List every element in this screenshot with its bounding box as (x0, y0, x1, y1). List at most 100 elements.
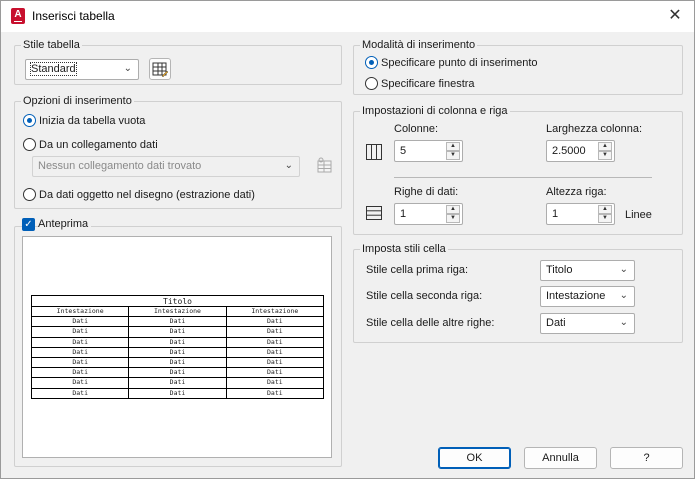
first-row-style-select[interactable]: Titolo ⌄ (540, 260, 635, 281)
spin-up-icon[interactable]: ▲ (598, 205, 612, 214)
column-width-spinner[interactable]: 2.5000 ▲ ▼ (546, 140, 615, 162)
chevron-down-icon: ⌄ (619, 290, 628, 301)
columns-icon (365, 143, 383, 164)
preview-data-cell: Dati (225, 326, 325, 338)
table-edit-icon (152, 62, 169, 78)
preview-data-cell: Dati (30, 377, 130, 389)
radio-object-data-label[interactable]: Da dati oggetto nel disegno (estrazione … (39, 189, 255, 201)
radio-empty-table[interactable] (23, 114, 36, 127)
dialog-title: Inserisci tabella (32, 9, 115, 23)
column-width-label: Larghezza colonna: (546, 123, 643, 135)
table-row: Dati Dati Dati (30, 377, 325, 389)
preview-data-cell: Dati (128, 336, 227, 348)
preview-header-cell: Intestazione (30, 305, 130, 318)
spinner-arrows[interactable]: ▲ ▼ (598, 142, 612, 160)
spin-up-icon[interactable]: ▲ (446, 142, 460, 151)
spin-down-icon[interactable]: ▼ (598, 151, 612, 160)
cancel-button[interactable]: Annulla (524, 447, 597, 469)
data-link-select: Nessun collegamento dati trovato ⌄ (32, 156, 300, 177)
data-link-manager-icon (315, 156, 335, 179)
preview-title-cell: Titolo (31, 295, 324, 307)
preview-data-cell: Dati (30, 387, 130, 399)
preview-data-cell: Dati (225, 367, 325, 379)
radio-object-data[interactable] (23, 188, 36, 201)
autocad-app-icon: A (11, 8, 25, 24)
preview-data-cell: Dati (128, 316, 227, 328)
preview-data-cell: Dati (128, 387, 227, 399)
radio-window[interactable] (365, 77, 378, 90)
other-rows-style-label: Stile cella delle altre righe: (366, 317, 495, 329)
help-button[interactable]: ? (610, 447, 683, 469)
table-row: Dati Dati Dati (30, 326, 325, 338)
spinner-arrows[interactable]: ▲ ▼ (446, 205, 460, 223)
table-preview: Titolo Intestazione Intestazione Intesta… (22, 236, 332, 458)
col-row-separator (394, 177, 652, 178)
preview-data-cell: Dati (128, 367, 227, 379)
row-height-label: Altezza riga: (546, 186, 607, 198)
second-row-style-value: Intestazione (546, 290, 606, 302)
preview-data-cell: Dati (128, 326, 227, 338)
preview-header-cell: Intestazione (225, 305, 325, 318)
insert-options-label: Opzioni di inserimento (21, 95, 134, 107)
table-row: Dati Dati Dati (30, 316, 325, 328)
preview-data-cell: Dati (30, 356, 130, 369)
second-row-style-select[interactable]: Intestazione ⌄ (540, 286, 635, 307)
preview-data-cell: Dati (225, 387, 325, 399)
radio-data-link-label[interactable]: Da un collegamento dati (39, 139, 158, 151)
insert-mode-label: Modalità di inserimento (360, 39, 478, 51)
preview-checkbox[interactable]: ✓ (22, 218, 35, 231)
preview-checkbox-label[interactable]: Anteprima (38, 218, 92, 230)
radio-data-link[interactable] (23, 138, 36, 151)
chevron-down-icon: ⌄ (619, 264, 628, 275)
radio-insertion-point-label[interactable]: Specificare punto di inserimento (381, 57, 538, 69)
radio-window-label[interactable]: Specificare finestra (381, 78, 475, 90)
rows-icon (365, 204, 383, 225)
table-row: Dati Dati Dati (30, 367, 325, 379)
preview-data-cell: Dati (225, 336, 325, 348)
second-row-style-label: Stile cella seconda riga: (366, 290, 483, 302)
spin-down-icon[interactable]: ▼ (446, 151, 460, 160)
data-link-select-value: Nessun collegamento dati trovato (38, 160, 202, 172)
preview-data-cell: Dati (30, 326, 130, 338)
table-style-value: Standard (30, 62, 77, 76)
chevron-down-icon: ⌄ (123, 63, 132, 74)
columns-label: Colonne: (394, 123, 439, 135)
first-row-style-value: Titolo (546, 264, 573, 276)
spin-up-icon[interactable]: ▲ (446, 205, 460, 214)
row-height-value: 1 (552, 208, 559, 220)
spin-down-icon[interactable]: ▼ (598, 214, 612, 223)
data-rows-label: Righe di dati: (394, 186, 459, 198)
other-rows-style-value: Dati (546, 317, 566, 329)
data-rows-spinner[interactable]: 1 ▲ ▼ (394, 203, 463, 225)
preview-data-cell: Dati (30, 336, 130, 348)
spinner-arrows[interactable]: ▲ ▼ (598, 205, 612, 223)
preview-data-cell: Dati (30, 316, 130, 328)
preview-data-cell: Dati (225, 356, 325, 369)
table-row: Dati Dati Dati (30, 336, 325, 348)
table-row: Dati Dati Dati (30, 387, 325, 399)
other-rows-style-select[interactable]: Dati ⌄ (540, 313, 635, 334)
preview-table: Titolo Intestazione Intestazione Intesta… (30, 295, 325, 399)
radio-empty-table-label[interactable]: Inizia da tabella vuota (39, 115, 145, 127)
columns-value: 5 (400, 145, 407, 157)
preview-data-cell: Dati (128, 377, 227, 389)
close-icon[interactable]: ✕ (660, 3, 690, 29)
radio-insertion-point[interactable] (365, 56, 378, 69)
insert-table-dialog: A Inserisci tabella ✕ Stile tabella Stan… (0, 0, 695, 479)
preview-data-cell: Dati (225, 316, 325, 328)
row-height-spinner[interactable]: 1 ▲ ▼ (546, 203, 615, 225)
preview-data-cell: Dati (225, 377, 325, 389)
table-row: Dati Dati Dati (30, 346, 325, 358)
spin-down-icon[interactable]: ▼ (446, 214, 460, 223)
table-style-dialog-button[interactable] (149, 58, 171, 80)
title-bar: A Inserisci tabella ✕ (1, 1, 694, 32)
spinner-arrows[interactable]: ▲ ▼ (446, 142, 460, 160)
table-style-select[interactable]: Standard ⌄ (25, 59, 139, 80)
chevron-down-icon: ⌄ (619, 317, 628, 328)
ok-button[interactable]: OK (438, 447, 511, 469)
preview-header-cell: Intestazione (128, 305, 227, 318)
chevron-down-icon: ⌄ (284, 160, 293, 171)
spin-up-icon[interactable]: ▲ (598, 142, 612, 151)
columns-spinner[interactable]: 5 ▲ ▼ (394, 140, 463, 162)
preview-data-cell: Dati (225, 346, 325, 358)
